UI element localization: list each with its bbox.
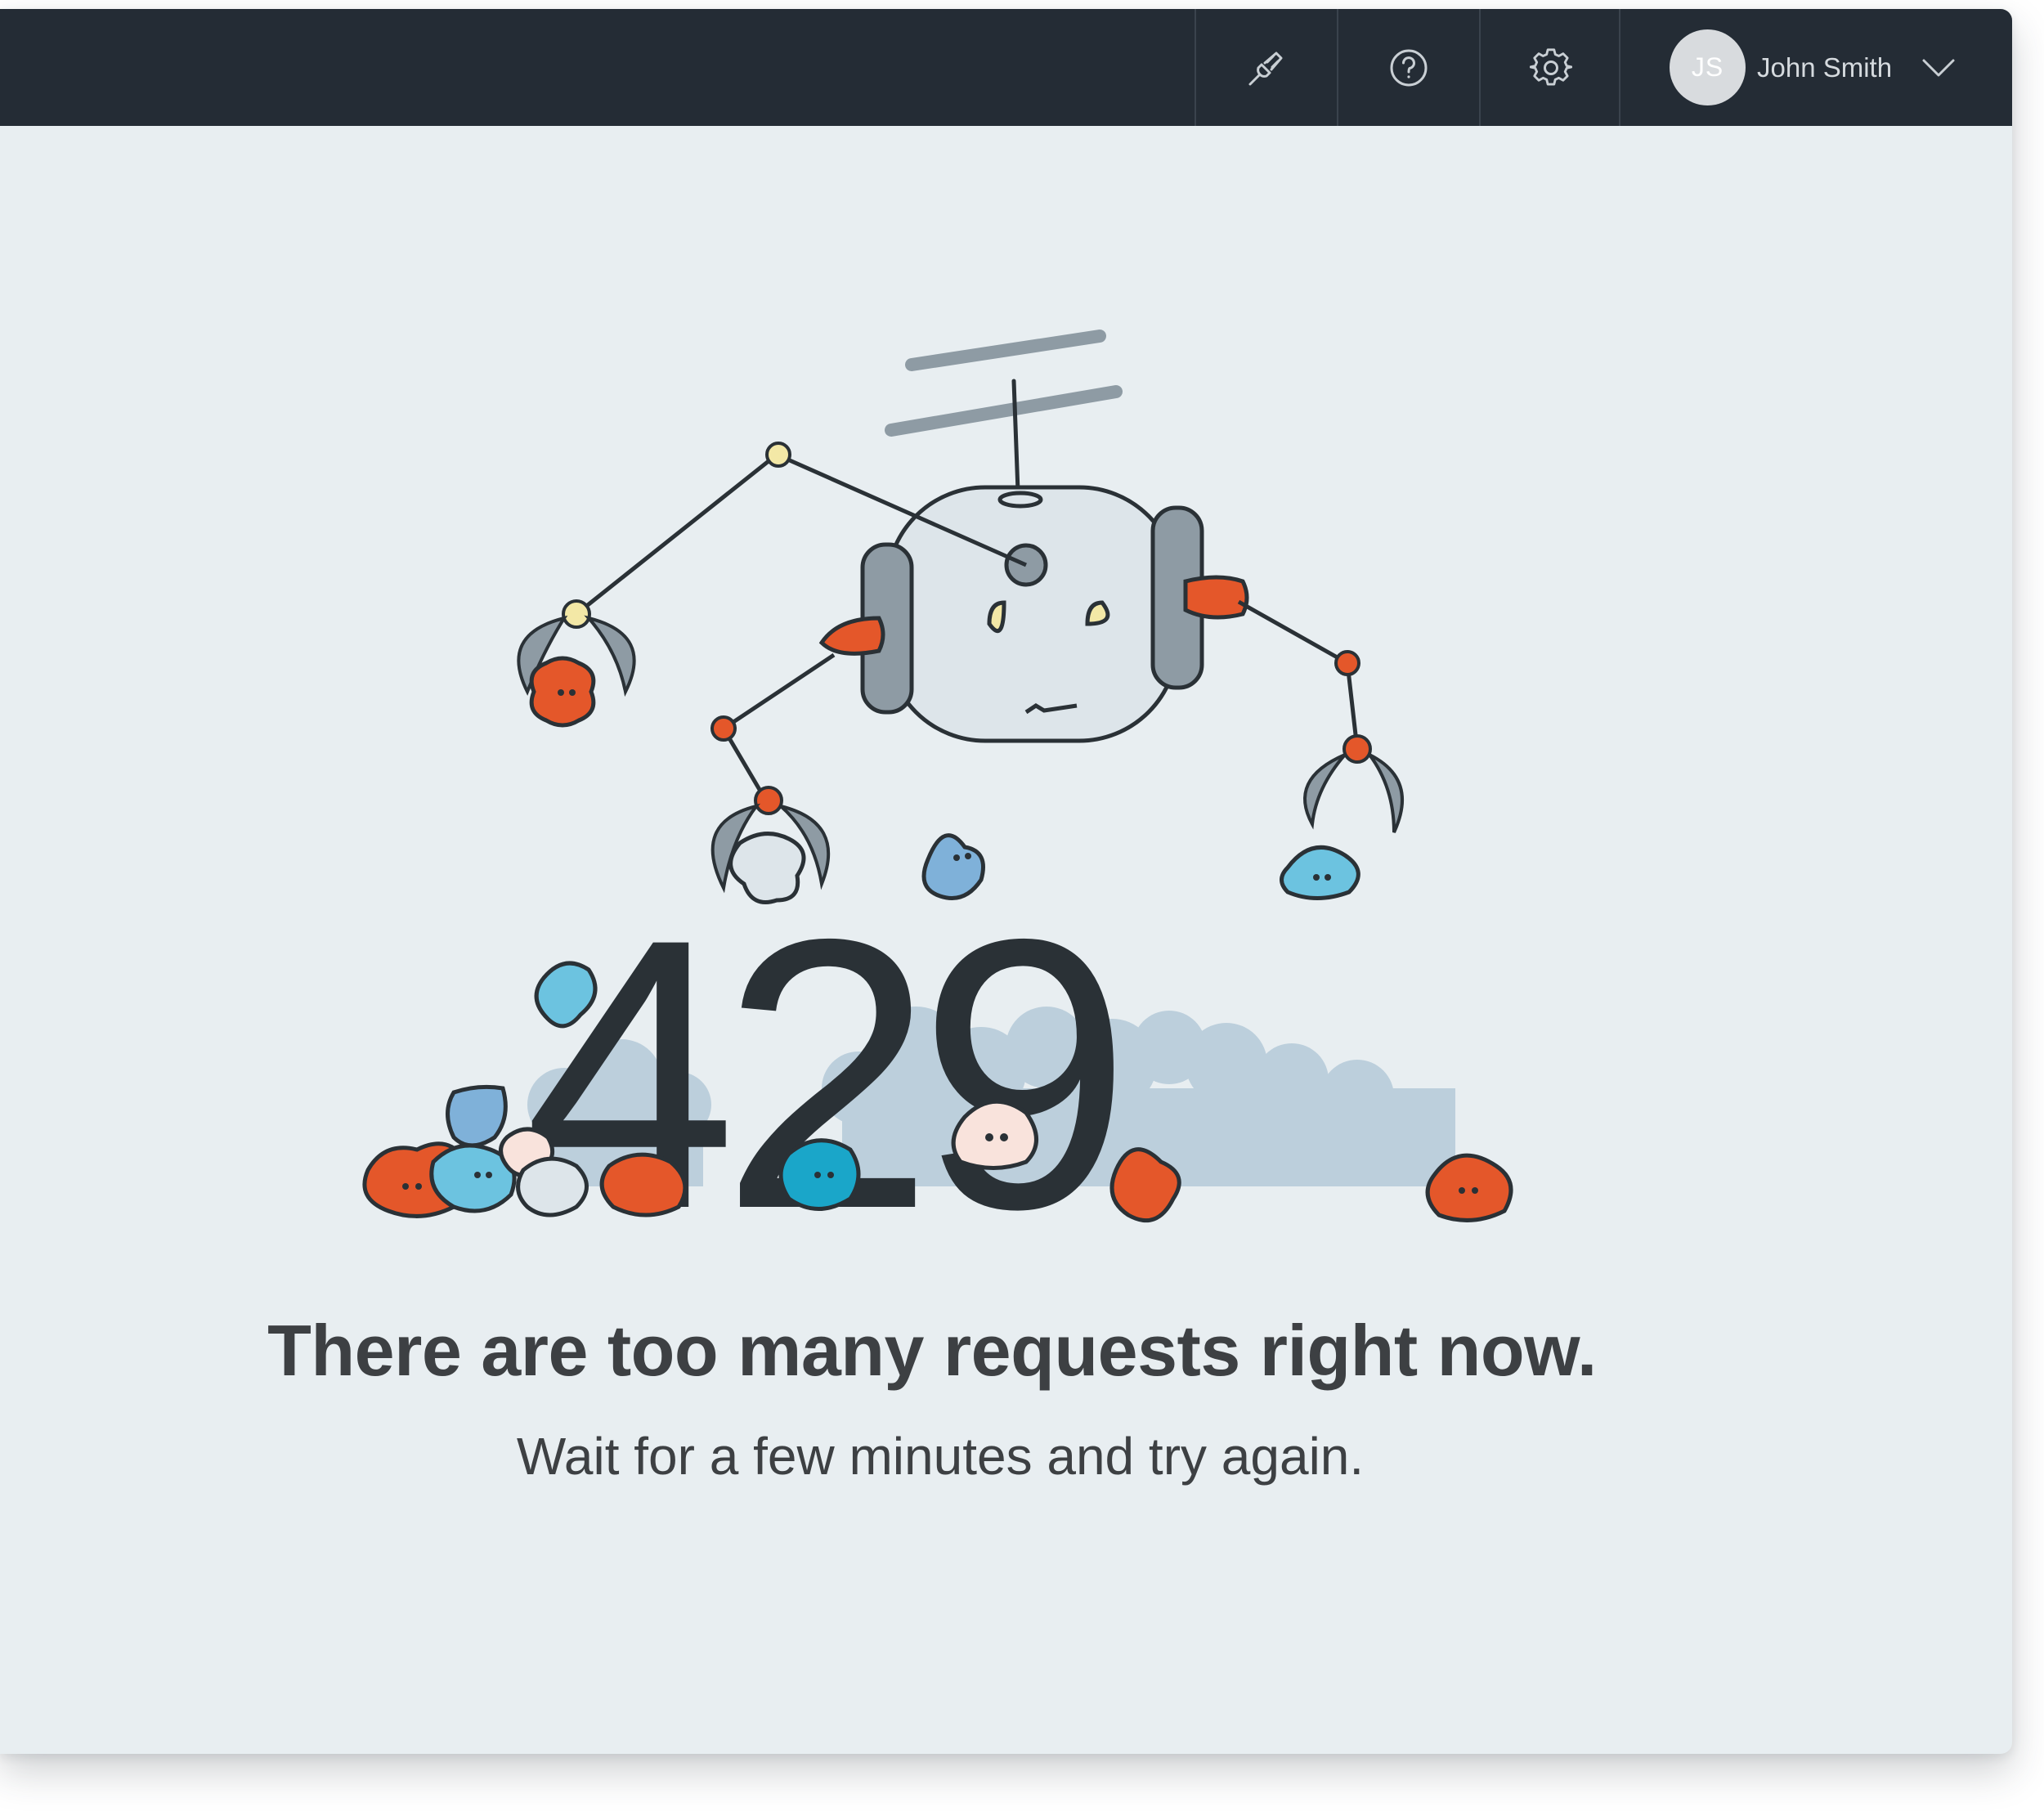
robot-illustration: 429 [362, 330, 1513, 1285]
error-message: Wait for a few minutes and try again. [516, 1427, 1365, 1486]
error-title: There are too many requests right now. [267, 1310, 1597, 1391]
error-code-text: 429 [523, 859, 1116, 1285]
robot-body [818, 485, 1249, 743]
propeller [885, 330, 1123, 494]
app-window: JS John Smith 429 There are too many req… [0, 9, 2012, 1754]
error-code: 429 [523, 859, 1132, 1285]
